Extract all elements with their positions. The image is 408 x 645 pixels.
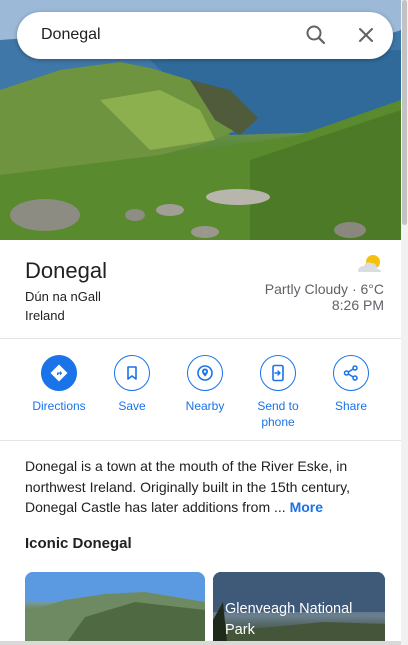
bottom-edge [0, 641, 401, 645]
partly-cloudy-icon [354, 252, 384, 276]
place-title: Donegal [25, 258, 107, 283]
place-description: Donegal is a town at the mouth of the Ri… [25, 456, 365, 518]
search-icon[interactable] [304, 23, 328, 47]
iconic-card[interactable] [25, 572, 205, 645]
scrollbar-thumb[interactable] [402, 0, 407, 225]
send-to-phone-icon [260, 355, 296, 391]
bookmark-icon [114, 355, 150, 391]
save-button[interactable]: Save [94, 355, 170, 414]
nearby-button[interactable]: Nearby [167, 355, 243, 414]
iconic-card[interactable]: Glenveagh National Park [213, 572, 385, 645]
search-query[interactable]: Donegal [41, 26, 101, 44]
divider [0, 440, 401, 441]
card-title: Glenveagh National Park [225, 601, 353, 638]
nearby-label: Nearby [185, 399, 225, 413]
local-time: 8:26 PM [331, 297, 384, 313]
place-irish-name: Dún na nGall [25, 289, 101, 304]
save-label: Save [118, 399, 146, 413]
directions-label: Directions [32, 399, 86, 413]
directions-icon [41, 355, 77, 391]
directions-button[interactable]: Directions [21, 355, 97, 414]
weather-condition: Partly Cloudy · 6°C [264, 281, 384, 297]
share-button[interactable]: Share [313, 355, 389, 414]
search-bar[interactable]: Donegal [17, 12, 393, 59]
section-title: Iconic Donegal [25, 535, 132, 552]
send-to-phone-label: Send to phone [257, 399, 299, 429]
share-label: Share [334, 399, 368, 413]
divider [0, 338, 401, 339]
nearby-icon [187, 355, 223, 391]
send-to-phone-button[interactable]: Send to phone [240, 355, 316, 430]
place-country: Ireland [25, 308, 65, 323]
share-icon [333, 355, 369, 391]
more-link[interactable]: More [290, 499, 323, 515]
close-icon[interactable] [354, 23, 378, 47]
